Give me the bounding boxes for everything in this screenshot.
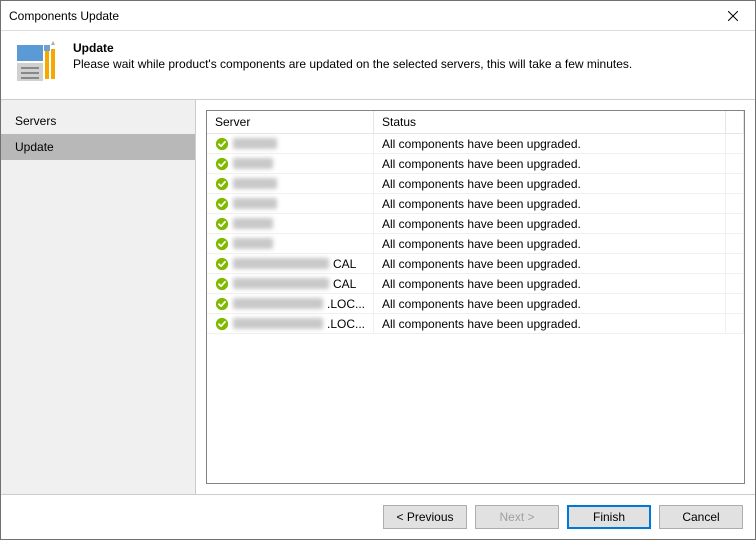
check-icon [215, 297, 229, 311]
server-suffix: CAL [333, 277, 356, 291]
previous-button[interactable]: < Previous [383, 505, 467, 529]
server-name-redacted [233, 238, 273, 249]
header-text: Update Please wait while product's compo… [73, 39, 743, 87]
server-name-redacted [233, 258, 329, 269]
finish-button[interactable]: Finish [567, 505, 651, 529]
table-row[interactable]: All components have been upgraded. [207, 154, 744, 174]
check-icon [215, 197, 229, 211]
close-button[interactable] [710, 1, 755, 31]
header-title: Update [73, 41, 743, 55]
status-cell: All components have been upgraded. [374, 154, 726, 174]
titlebar: Components Update [1, 1, 755, 31]
status-cell: All components have been upgraded. [374, 174, 726, 194]
server-suffix: .LOC... [327, 317, 365, 331]
cancel-button[interactable]: Cancel [659, 505, 743, 529]
server-name-redacted [233, 318, 323, 329]
check-icon [215, 277, 229, 291]
server-suffix: .LOC... [327, 297, 365, 311]
server-name-redacted [233, 138, 277, 149]
results-table: Server Status All components have been u… [207, 111, 744, 334]
sidebar: Servers Update [1, 100, 196, 494]
status-cell: All components have been upgraded. [374, 314, 726, 334]
status-cell: All components have been upgraded. [374, 254, 726, 274]
status-cell: All components have been upgraded. [374, 134, 726, 154]
update-icon [13, 39, 61, 87]
window-title: Components Update [9, 9, 710, 23]
check-icon [215, 157, 229, 171]
check-icon [215, 137, 229, 151]
table-row[interactable]: .LOC... All components have been upgraded… [207, 314, 744, 334]
table-row[interactable]: All components have been upgraded. [207, 194, 744, 214]
footer: < Previous Next > Finish Cancel [1, 494, 755, 539]
server-name-redacted [233, 158, 273, 169]
table-row[interactable]: CAL All components have been upgraded. [207, 254, 744, 274]
header-description: Please wait while product's components a… [73, 57, 743, 71]
check-icon [215, 257, 229, 271]
col-server[interactable]: Server [207, 111, 374, 134]
table-row[interactable]: All components have been upgraded. [207, 214, 744, 234]
results-table-wrap: Server Status All components have been u… [206, 110, 745, 484]
status-cell: All components have been upgraded. [374, 234, 726, 254]
col-spacer [726, 111, 744, 134]
status-cell: All components have been upgraded. [374, 294, 726, 314]
col-status[interactable]: Status [374, 111, 726, 134]
body: Servers Update Server Status [1, 100, 755, 494]
check-icon [215, 217, 229, 231]
server-name-redacted [233, 178, 277, 189]
status-cell: All components have been upgraded. [374, 214, 726, 234]
check-icon [215, 237, 229, 251]
server-name-redacted [233, 298, 323, 309]
table-row[interactable]: All components have been upgraded. [207, 174, 744, 194]
sidebar-item-servers[interactable]: Servers [1, 108, 195, 134]
table-row[interactable]: All components have been upgraded. [207, 234, 744, 254]
main-panel: Server Status All components have been u… [196, 100, 755, 494]
close-icon [728, 11, 738, 21]
dialog-window: Components Update Update Plea [0, 0, 756, 540]
check-icon [215, 317, 229, 331]
table-row[interactable]: All components have been upgraded. [207, 134, 744, 154]
status-cell: All components have been upgraded. [374, 194, 726, 214]
server-suffix: CAL [333, 257, 356, 271]
sidebar-item-update[interactable]: Update [1, 134, 195, 160]
server-name-redacted [233, 218, 273, 229]
server-name-redacted [233, 278, 329, 289]
header: Update Please wait while product's compo… [1, 31, 755, 100]
table-row[interactable]: CAL All components have been upgraded. [207, 274, 744, 294]
table-row[interactable]: .LOC... All components have been upgraded… [207, 294, 744, 314]
status-cell: All components have been upgraded. [374, 274, 726, 294]
next-button: Next > [475, 505, 559, 529]
server-name-redacted [233, 198, 277, 209]
check-icon [215, 177, 229, 191]
